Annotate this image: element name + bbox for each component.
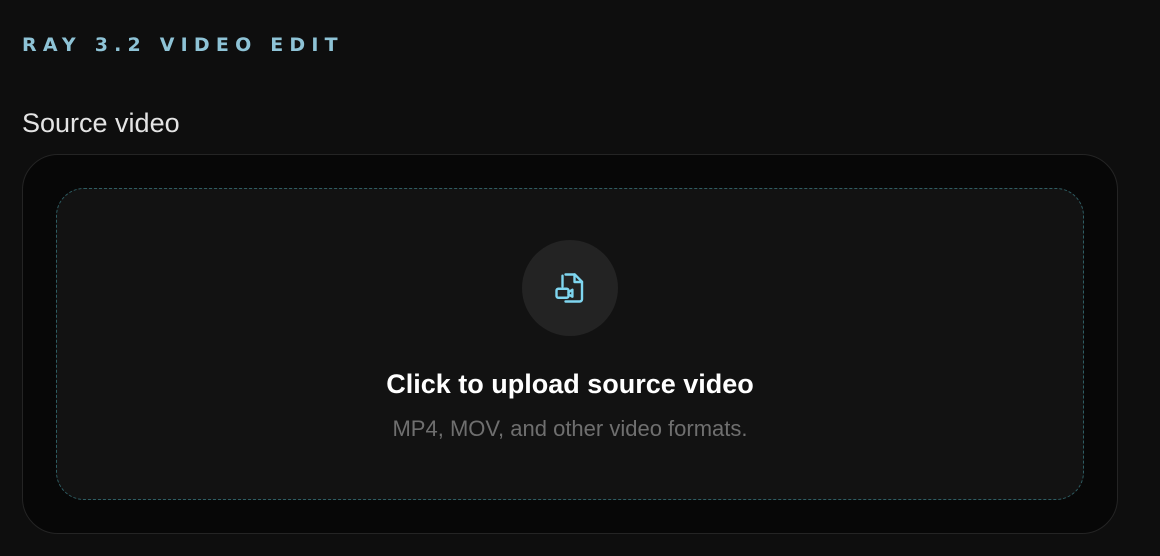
app-root: RAY 3.2 VIDEO EDIT Source video Click to… — [0, 0, 1160, 556]
upload-hint: MP4, MOV, and other video formats. — [392, 416, 748, 441]
source-video-label: Source video — [22, 108, 180, 138]
file-video-icon — [552, 270, 588, 306]
source-video-dropzone[interactable]: Click to upload source video MP4, MOV, a… — [56, 188, 1084, 500]
app-title: RAY 3.2 VIDEO EDIT — [22, 34, 344, 56]
upload-title: Click to upload source video — [386, 369, 754, 399]
upload-icon-container — [522, 240, 618, 336]
source-video-card: Click to upload source video MP4, MOV, a… — [22, 154, 1118, 534]
